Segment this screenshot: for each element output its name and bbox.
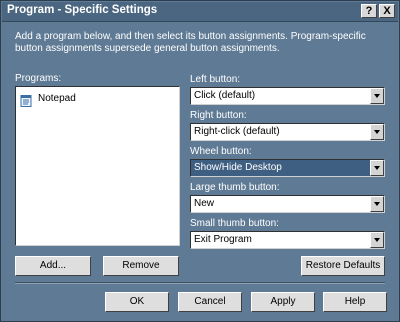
chevron-down-icon[interactable] — [370, 232, 384, 248]
small-thumb-value: Exit Program — [194, 234, 252, 245]
window-title: Program - Specific Settings — [7, 4, 158, 16]
small-thumb-label: Small thumb button: — [190, 218, 279, 229]
cancel-button[interactable]: Cancel — [178, 292, 242, 312]
help-title-button[interactable]: ? — [361, 4, 377, 18]
chevron-down-icon[interactable] — [370, 124, 384, 140]
ok-button[interactable]: OK — [105, 292, 169, 312]
small-thumb-select[interactable]: Exit Program — [190, 231, 385, 249]
wheel-button-select[interactable]: Show/Hide Desktop — [190, 159, 385, 177]
notepad-icon — [20, 92, 32, 107]
large-thumb-label: Large thumb button: — [190, 182, 280, 193]
close-title-button[interactable]: X — [379, 4, 395, 18]
chevron-down-icon[interactable] — [370, 160, 384, 176]
large-thumb-select[interactable]: New — [190, 195, 385, 213]
programs-list[interactable]: Notepad — [15, 86, 180, 246]
right-button-select[interactable]: Right-click (default) — [190, 123, 385, 141]
apply-button[interactable]: Apply — [251, 292, 315, 312]
remove-button[interactable]: Remove — [103, 256, 179, 276]
help-button[interactable]: Help — [323, 292, 387, 312]
left-button-value: Click (default) — [194, 90, 256, 101]
program-settings-dialog: Program - Specific Settings ? X Add a pr… — [0, 0, 400, 322]
list-item-label: Notepad — [38, 92, 76, 104]
restore-defaults-button[interactable]: Restore Defaults — [301, 256, 385, 276]
list-item[interactable]: Notepad — [20, 91, 76, 107]
wheel-button-value: Show/Hide Desktop — [194, 162, 282, 173]
left-button-select[interactable]: Click (default) — [190, 87, 385, 105]
title-bar[interactable]: Program - Specific Settings ? X — [2, 2, 398, 22]
large-thumb-value: New — [194, 198, 215, 209]
right-button-label: Right button: — [190, 110, 247, 121]
right-button-value: Right-click (default) — [194, 126, 280, 137]
left-button-label: Left button: — [190, 74, 241, 85]
separator — [15, 282, 385, 284]
chevron-down-icon[interactable] — [370, 88, 384, 104]
add-button[interactable]: Add... — [15, 256, 91, 276]
description-text: Add a program below, and then select its… — [15, 31, 366, 54]
wheel-button-label: Wheel button: — [190, 146, 252, 157]
programs-label: Programs: — [15, 73, 62, 84]
chevron-down-icon[interactable] — [370, 196, 384, 212]
